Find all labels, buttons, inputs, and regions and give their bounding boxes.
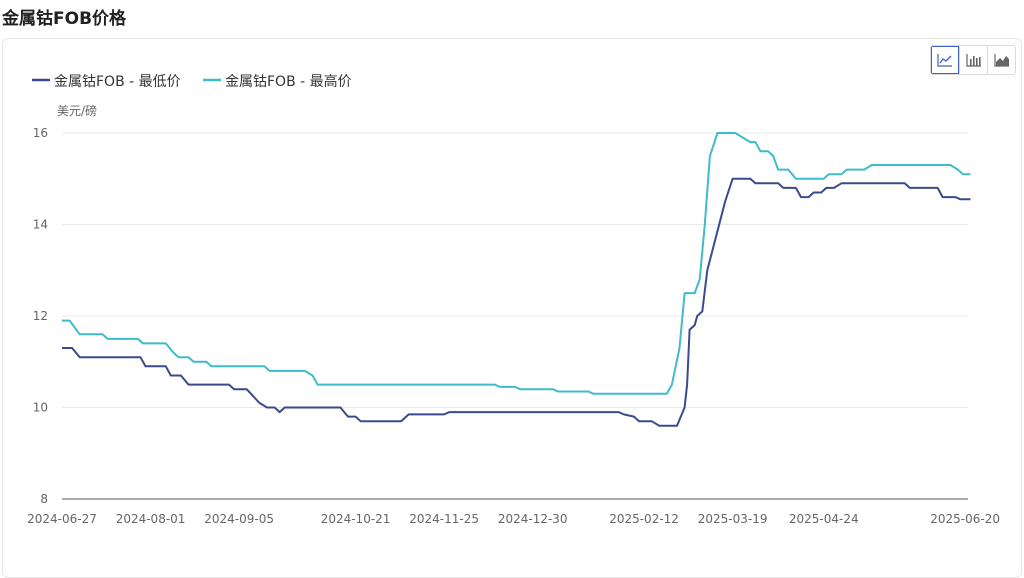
y-tick-label: 8 <box>40 492 48 506</box>
chart-legend: 金属钴FOB - 最低价 金属钴FOB - 最高价 <box>32 73 352 90</box>
x-tick-label: 2024-11-25 <box>409 512 479 526</box>
y-tick-label: 16 <box>33 126 48 140</box>
y-tick-label: 10 <box>33 401 48 415</box>
legend-item-low: 金属钴FOB - 最低价 <box>32 74 181 90</box>
series-line-low <box>62 177 971 427</box>
x-tick-label: 2024-10-21 <box>321 512 391 526</box>
x-tick-label: 2025-03-19 <box>698 512 768 526</box>
series-line-high <box>62 132 971 395</box>
x-tick-label: 2025-02-12 <box>609 512 679 526</box>
series-lines <box>62 132 971 427</box>
y-tick-label: 12 <box>33 309 48 323</box>
x-axis-ticks: 2024-06-27 2024-08-01 2024-09-05 2024-10-21… <box>27 512 1000 526</box>
legend-item-high: 金属钴FOB - 最高价 <box>203 73 352 90</box>
x-tick-label: 2024-12-30 <box>498 512 568 526</box>
x-tick-label: 2025-04-24 <box>789 512 859 526</box>
x-tick-label: 2024-08-01 <box>116 512 186 526</box>
x-tick-label: 2024-09-05 <box>204 512 274 526</box>
x-tick-label: 2025-06-20 <box>930 512 1000 526</box>
y-tick-label: 14 <box>33 218 48 232</box>
legend-label: 金属钴FOB - 最低价 <box>54 74 181 90</box>
legend-label: 金属钴FOB - 最高价 <box>225 73 352 90</box>
x-tick-label: 2024-06-27 <box>27 512 97 526</box>
y-axis-unit-label: 美元/磅 <box>57 103 97 118</box>
price-line-chart: 金属钴FOB - 最低价 金属钴FOB - 最高价 美元/磅 810121416 … <box>27 73 1000 526</box>
y-axis-ticks: 8 10 12 14 16 <box>33 126 48 506</box>
